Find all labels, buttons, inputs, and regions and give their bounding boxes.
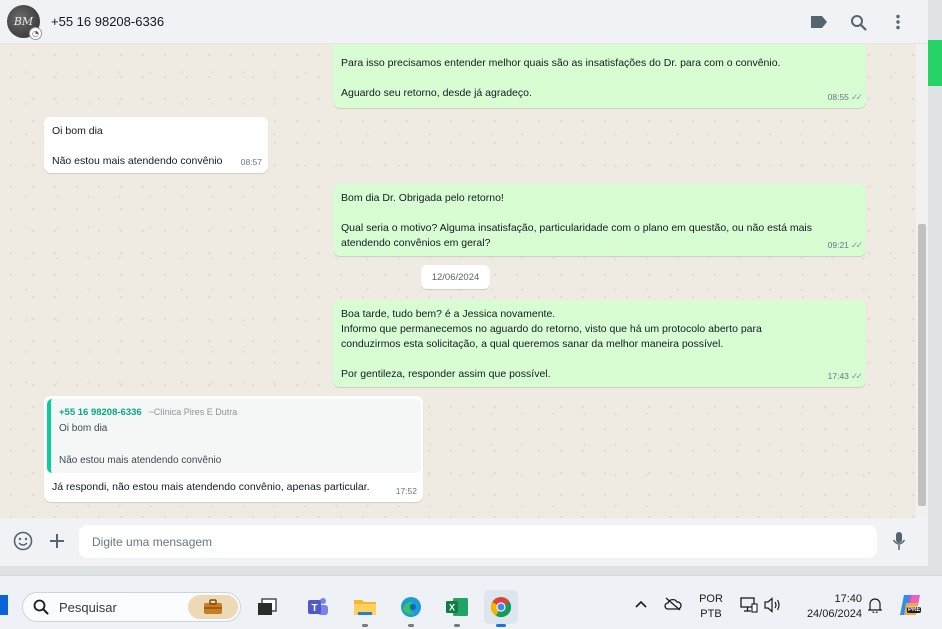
read-ticks-icon: ✓✓ xyxy=(850,371,863,381)
message-meta: 08:55 ✓✓ xyxy=(827,90,863,105)
read-ticks-icon: ✓✓ xyxy=(850,92,863,102)
input-language[interactable]: POR PTB xyxy=(694,592,728,622)
app-accent-strip xyxy=(928,40,942,86)
label-icon[interactable] xyxy=(809,12,829,32)
quoted-pushname: ~Clínica Pires E Dutra xyxy=(148,407,238,417)
message-text: Para isso precisamos entender melhor qua… xyxy=(341,57,781,99)
quoted-text: Oi bom dia Não estou mais atendendo conv… xyxy=(59,423,222,466)
contact-name[interactable]: +55 16 98208-6336 xyxy=(51,14,164,29)
contact-avatar[interactable]: BM ◔ xyxy=(7,5,42,40)
search-label: Pesquisar xyxy=(59,599,117,615)
running-indicator xyxy=(362,624,368,627)
message-time: 08:55 xyxy=(827,92,849,102)
message-time: 09:21 xyxy=(827,240,849,250)
svg-text:X: X xyxy=(449,603,455,613)
message-meta: 09:21 ✓✓ xyxy=(827,238,863,253)
avatar-initials: BM xyxy=(13,15,34,28)
message-meta: 17:43 ✓✓ xyxy=(827,369,863,384)
clock[interactable]: 17:40 24/06/2024 xyxy=(796,592,862,622)
keyboard-layout: PTB xyxy=(700,608,722,620)
volume-icon[interactable] xyxy=(764,597,782,616)
quoted-message[interactable]: +55 16 98208-6336 ~Clínica Pires E Dutra… xyxy=(47,399,421,473)
message-meta: 17:52 xyxy=(396,484,417,499)
taskbar-search[interactable]: Pesquisar xyxy=(22,592,241,622)
teams-app[interactable]: T xyxy=(304,593,332,621)
message-bubble-outgoing[interactable]: Boa tarde, tudo bem? é a Jessica novamen… xyxy=(333,300,866,387)
excel-app[interactable]: X xyxy=(443,593,471,627)
cloud-offline-icon[interactable] xyxy=(664,597,682,614)
chat-header: BM ◔ +55 16 98208-6336 xyxy=(0,0,928,44)
language-code: POR xyxy=(699,593,723,605)
quoted-author: +55 16 98208-6336 xyxy=(59,407,142,418)
message-meta: 08:57 xyxy=(241,155,262,170)
message-text: Boa tarde, tudo bem? é a Jessica novamen… xyxy=(341,308,762,380)
copilot-icon[interactable]: PRE xyxy=(898,593,924,617)
date-separator: 12/06/2024 xyxy=(421,265,490,289)
notification-bell-icon[interactable] xyxy=(867,597,883,616)
menu-icon[interactable] xyxy=(888,12,908,32)
message-bubble-incoming[interactable]: Oi bom dia Não estou mais atendendo conv… xyxy=(44,117,268,173)
clock-time: 17:40 xyxy=(834,593,862,605)
search-icon xyxy=(33,599,49,618)
start-button[interactable] xyxy=(0,595,8,615)
running-indicator xyxy=(454,624,460,627)
plus-icon[interactable] xyxy=(46,530,68,552)
message-text: Bom dia Dr. Obrigada pelo retorno! Qual … xyxy=(341,192,813,249)
scrollbar-thumb[interactable] xyxy=(918,224,926,506)
message-time: 17:52 xyxy=(395,486,417,496)
file-explorer-app[interactable] xyxy=(351,593,379,627)
message-input[interactable] xyxy=(79,525,877,558)
message-text: Já respondi, não estou mais atendendo co… xyxy=(52,481,370,493)
message-text: Oi bom dia Não estou mais atendendo conv… xyxy=(52,125,223,167)
message-composer xyxy=(0,518,928,566)
active-indicator xyxy=(496,624,506,627)
copilot-badge: PRE xyxy=(907,607,922,613)
message-bubble-outgoing[interactable]: Para isso precisamos entender melhor qua… xyxy=(333,44,866,108)
tray-chevron-up-icon[interactable] xyxy=(634,598,648,612)
running-indicator xyxy=(408,624,414,627)
taskbar: Pesquisar T X POR PTB 17:40 24/06/2024 P… xyxy=(0,575,942,629)
emoji-icon[interactable] xyxy=(12,530,34,552)
clock-date: 24/06/2024 xyxy=(806,608,862,620)
message-bubble-outgoing[interactable]: Bom dia Dr. Obrigada pelo retorno! Qual … xyxy=(333,184,866,256)
mic-icon[interactable] xyxy=(888,530,910,552)
edge-app[interactable] xyxy=(397,593,425,627)
status-ring-icon: ◔ xyxy=(29,27,42,40)
search-icon[interactable] xyxy=(848,12,868,32)
briefcase-icon xyxy=(188,595,238,619)
read-ticks-icon: ✓✓ xyxy=(850,240,863,250)
message-time: 17:43 xyxy=(827,371,849,381)
chrome-app[interactable] xyxy=(484,590,518,627)
window-bottom-edge xyxy=(0,566,928,575)
network-icon[interactable] xyxy=(740,597,758,616)
task-view-app[interactable] xyxy=(253,593,281,621)
svg-text:T: T xyxy=(311,603,317,614)
message-time: 08:57 xyxy=(240,157,262,167)
window-edge xyxy=(928,0,942,575)
